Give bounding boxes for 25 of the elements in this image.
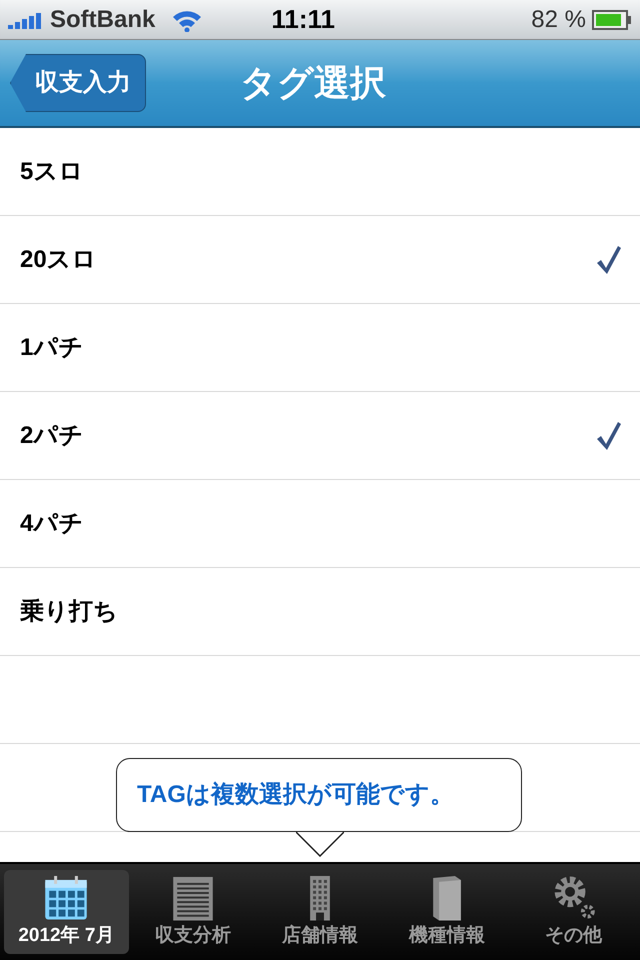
tag-row[interactable]: 4パチ bbox=[0, 480, 640, 568]
tab-item[interactable]: 店舗情報 bbox=[258, 870, 382, 954]
tag-label: 2パチ bbox=[20, 420, 84, 450]
back-button[interactable]: 収支入力 bbox=[10, 54, 146, 112]
tag-row[interactable]: 20スロ bbox=[0, 216, 640, 304]
clock-time: 11:11 bbox=[271, 3, 335, 36]
tag-row[interactable]: 2パチ bbox=[0, 392, 640, 480]
tag-label: 1パチ bbox=[20, 332, 84, 362]
tag-label: 20スロ bbox=[20, 244, 97, 274]
tab-item[interactable]: 収支分析 bbox=[130, 870, 256, 954]
screen-title: タグ選択 bbox=[240, 61, 386, 105]
tab-item[interactable]: その他 bbox=[511, 870, 636, 954]
tab-item[interactable]: 機種情報 bbox=[384, 870, 510, 954]
battery-percent: 82 % bbox=[531, 4, 586, 34]
tag-label: 5スロ bbox=[20, 156, 84, 186]
tag-row[interactable]: 5スロ bbox=[0, 128, 640, 216]
signal-icon bbox=[8, 10, 44, 28]
battery-icon bbox=[592, 10, 632, 30]
tab-item[interactable]: 2012年 7月 bbox=[4, 870, 129, 954]
carrier-name: SoftBank bbox=[50, 4, 156, 34]
tag-row[interactable]: 1パチ bbox=[0, 304, 640, 392]
tag-label: 4パチ bbox=[20, 508, 84, 538]
tag-row[interactable]: 乗り打ち bbox=[0, 568, 640, 656]
tag-label: 乗り打ち bbox=[20, 596, 118, 626]
tooltip-text: TAGは複数選択が可能です。 bbox=[137, 780, 454, 810]
